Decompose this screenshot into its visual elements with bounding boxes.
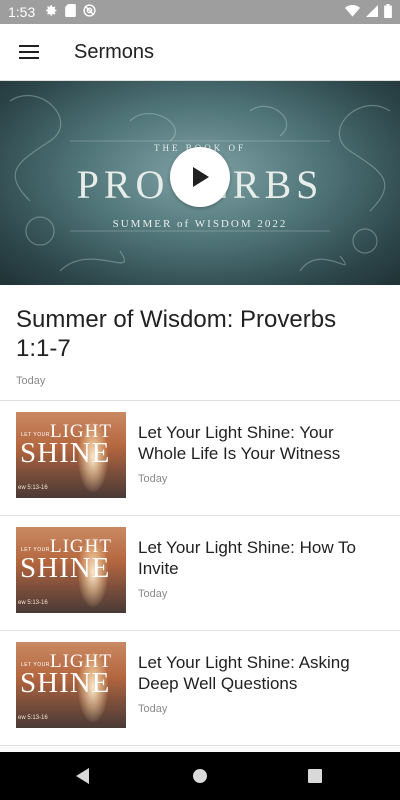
- hero-subtitle: SUMMER of WISDOM 2022: [112, 218, 288, 230]
- list-item-title: Let Your Light Shine: Asking Deep Well Q…: [138, 653, 350, 693]
- list-item-date: Today: [138, 473, 168, 485]
- list-item-date: Today: [138, 588, 168, 600]
- status-time: 1:53: [8, 4, 36, 20]
- status-bar: 1:53: [0, 0, 400, 24]
- sermon-thumbnail: LET YOUR LIGHT SHINE ew 5:13-16: [16, 527, 126, 613]
- signal-icon: [366, 4, 378, 20]
- list-item[interactable]: LET YOUR LIGHT SHINE ew 5:13-16 Let Your…: [0, 401, 400, 516]
- battery-icon: [384, 3, 392, 21]
- recent-apps-square-icon[interactable]: [291, 752, 339, 800]
- thumbnail-verse-text: ew 5:13-16: [18, 485, 48, 491]
- sync-icon: [83, 4, 96, 20]
- list-item[interactable]: LET YOUR LIGHT SHINE ew 5:13-16 Let Your…: [0, 631, 400, 746]
- featured-date: Today: [16, 375, 46, 387]
- status-icons-left: [45, 4, 96, 20]
- play-icon: [193, 167, 209, 187]
- featured-sermon[interactable]: Summer of Wisdom: Proverbs 1:1-7 Today: [0, 285, 400, 401]
- sd-card-icon: [65, 4, 77, 20]
- list-item-text: Let Your Light Shine: Asking Deep Well Q…: [138, 642, 384, 715]
- sermon-thumbnail: LET YOUR LIGHT SHINE ew 5:13-16: [16, 642, 126, 728]
- list-item[interactable]: LET YOUR LIGHT SHINE ew 5:13-16 Let Your…: [0, 516, 400, 631]
- wifi-icon: [345, 4, 360, 20]
- system-nav-bar: [0, 752, 400, 800]
- back-triangle-icon[interactable]: [59, 752, 107, 800]
- thumbnail-shine-text: SHINE: [20, 552, 111, 584]
- app-bar: Sermons: [0, 24, 400, 81]
- home-circle-icon[interactable]: [176, 752, 224, 800]
- hamburger-menu-icon[interactable]: [1, 24, 57, 80]
- sermon-thumbnail: LET YOUR LIGHT SHINE ew 5:13-16: [16, 412, 126, 498]
- thumbnail-shine-text: SHINE: [20, 437, 111, 469]
- thumbnail-verse-text: ew 5:13-16: [18, 600, 48, 606]
- settings-icon: [45, 4, 58, 20]
- thumbnail-verse-text: ew 5:13-16: [18, 715, 48, 721]
- featured-title: Summer of Wisdom: Proverbs 1:1-7: [16, 306, 337, 362]
- page-title: Sermons: [74, 40, 155, 63]
- status-icons-right: [345, 3, 392, 21]
- sermon-list: LET YOUR LIGHT SHINE ew 5:13-16 Let Your…: [0, 401, 400, 746]
- play-button[interactable]: [170, 147, 230, 207]
- thumbnail-shine-text: SHINE: [20, 667, 111, 699]
- list-item-title: Let Your Light Shine: How To Invite: [138, 538, 357, 578]
- list-item-text: Let Your Light Shine: Your Whole Life Is…: [138, 412, 384, 485]
- list-item-text: Let Your Light Shine: How To Invite Toda…: [138, 527, 384, 600]
- list-item-date: Today: [138, 703, 168, 715]
- list-item-title: Let Your Light Shine: Your Whole Life Is…: [138, 423, 341, 463]
